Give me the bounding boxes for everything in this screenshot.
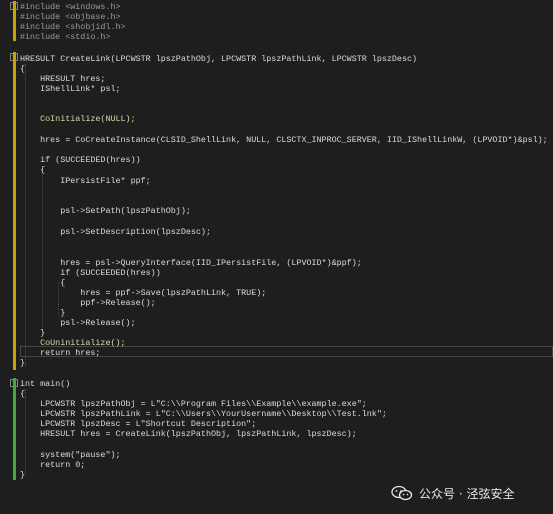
code-line: IShellLink* psl;	[20, 84, 121, 94]
change-marker	[13, 1, 16, 41]
code-line: psl->SetDescription(lpszDesc);	[20, 227, 211, 237]
code-line: {	[20, 389, 26, 399]
code-line: #include <windows.h>	[20, 2, 121, 12]
code-line: }	[20, 470, 26, 480]
code-line: return hres;	[20, 348, 101, 358]
code-line: hres = CoCreateInstance(CLSID_ShellLink,…	[20, 135, 548, 145]
watermark-text: 公众号 · 泾弦安全	[419, 486, 515, 501]
code-line: IPersistFile* ppf;	[20, 176, 151, 186]
code-line: HRESULT hres = CreateLink(lpszPathObj, l…	[20, 429, 357, 439]
code-line: hres = psl->QueryInterface(IID_IPersistF…	[20, 258, 362, 268]
code-editor[interactable]: − − − #include <windows.h> #include <obj…	[0, 0, 553, 514]
code-line: system("pause");	[20, 450, 121, 460]
code-line: {	[20, 165, 46, 175]
code-line: psl->SetPath(lpszPathObj);	[20, 206, 191, 216]
code-line: LPCWSTR lpszPathObj = L"C:\\Program File…	[20, 399, 367, 409]
code-line: psl->Release();	[20, 318, 136, 328]
code-line: LPCWSTR lpszPathLink = L"C:\\Users\\Your…	[20, 409, 387, 419]
code-line: CoInitialize(NULL);	[20, 114, 136, 124]
gutter	[0, 0, 20, 514]
code-line: return 0;	[20, 460, 86, 470]
code-line: #include <stdio.h>	[20, 32, 111, 42]
code-line: #include <shobjidl.h>	[20, 22, 126, 32]
code-line: LPCWSTR lpszDesc = L"Shortcut Descriptio…	[20, 419, 257, 429]
code-line: #include <objbase.h>	[20, 12, 121, 22]
code-line: if (SUCCEEDED(hres))	[20, 268, 161, 278]
code-line: {	[20, 278, 66, 288]
code-line: hres = ppf->Save(lpszPathLink, TRUE);	[20, 288, 267, 298]
wechat-icon	[391, 485, 413, 501]
code-line: int main()	[20, 379, 71, 389]
code-line: }	[20, 308, 66, 318]
code-line: {	[20, 64, 26, 74]
code-line: }	[20, 328, 46, 338]
code-line: HRESULT CreateLink(LPCWSTR lpszPathObj, …	[20, 54, 418, 64]
code-line: ppf->Release();	[20, 298, 156, 308]
saved-marker	[13, 378, 16, 480]
code-line: CoUninitialize();	[20, 338, 126, 348]
code-line: if (SUCCEEDED(hres))	[20, 155, 141, 165]
watermark: 公众号 · 泾弦安全	[391, 484, 541, 502]
change-marker	[13, 52, 16, 370]
code-line: }	[20, 358, 26, 368]
code-line: HRESULT hres;	[20, 74, 106, 84]
